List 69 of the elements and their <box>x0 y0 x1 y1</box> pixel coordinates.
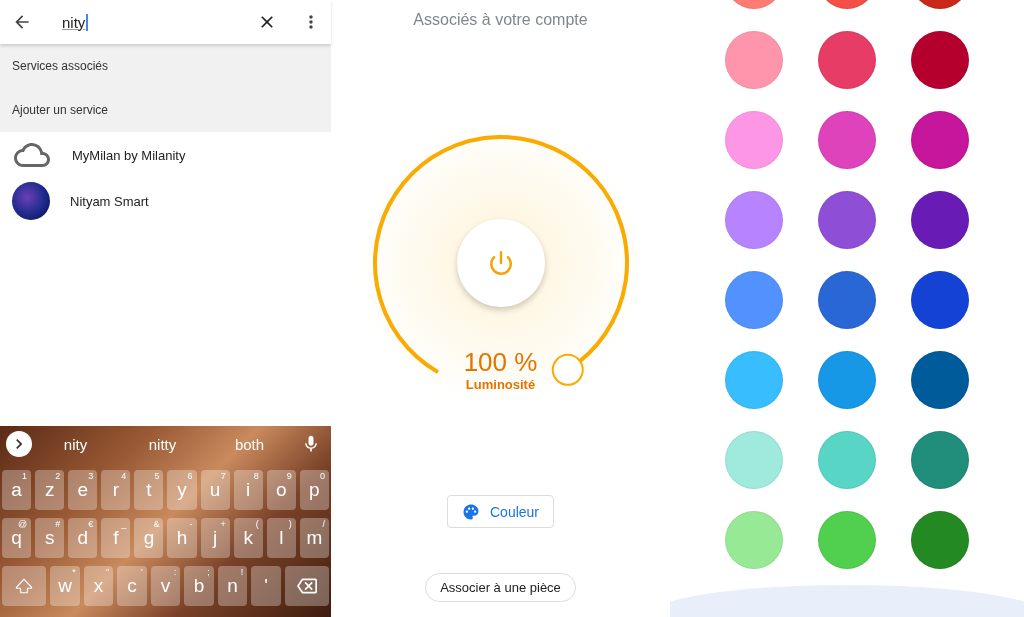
color-swatch[interactable] <box>911 351 969 409</box>
chevron-icon[interactable] <box>6 431 32 457</box>
color-button[interactable]: Couleur <box>447 495 554 528</box>
page-title: Associés à votre compte <box>413 11 588 29</box>
keyboard-key[interactable]: l ) <box>266 518 296 558</box>
service-name[interactable]: MyMilan by Milanity <box>72 147 186 163</box>
keyboard-key[interactable]: h - <box>167 518 197 558</box>
color-swatch[interactable] <box>911 431 969 489</box>
keyboard-key[interactable]: m / <box>299 518 329 558</box>
suggestion[interactable]: nitty <box>119 435 206 453</box>
keyboard-key[interactable]: t 5 <box>134 470 164 510</box>
backspace-icon <box>296 576 317 596</box>
keyboard-key[interactable]: e 3 <box>68 470 98 510</box>
palette-icon <box>462 502 480 521</box>
color-swatch[interactable] <box>818 431 876 489</box>
color-swatch[interactable] <box>818 511 876 569</box>
color-swatch[interactable] <box>725 111 783 169</box>
power-icon <box>487 250 514 276</box>
keyboard-key[interactable]: j + <box>200 518 230 558</box>
suggestion[interactable]: nity <box>32 435 119 453</box>
color-swatch[interactable] <box>725 191 783 249</box>
suggestion[interactable]: both <box>206 435 293 453</box>
keyboard-key[interactable]: x " <box>83 566 114 606</box>
color-swatch[interactable] <box>818 191 876 249</box>
keyboard-key[interactable]: v : <box>150 566 181 606</box>
color-swatch[interactable] <box>911 191 969 249</box>
color-swatch[interactable] <box>911 31 969 89</box>
color-swatch[interactable] <box>911 511 969 569</box>
keyboard-key[interactable]: i 8 <box>233 470 263 510</box>
keyboard-key[interactable]: d € <box>68 518 98 558</box>
brightness-value: 100 % <box>463 347 538 377</box>
keyboard-key[interactable]: a 1 <box>2 470 32 510</box>
color-swatch[interactable] <box>818 111 876 169</box>
shift-icon <box>15 577 34 595</box>
brightness-label: Luminosité <box>465 377 536 392</box>
service-name[interactable]: Nityam Smart <box>70 193 149 209</box>
keyboard-key[interactable]: s # <box>35 518 65 558</box>
service-logo <box>12 182 50 220</box>
shift-key[interactable] <box>2 566 47 606</box>
keyboard-key[interactable]: z 2 <box>35 470 65 510</box>
keyboard-key[interactable]: q @ <box>2 518 32 558</box>
section-heading: Services associés <box>12 59 109 73</box>
color-swatch[interactable] <box>818 31 876 89</box>
keyboard-key[interactable]: f _ <box>101 518 131 558</box>
section-heading: Ajouter un service <box>12 103 109 117</box>
keyboard-key[interactable]: w * <box>50 566 80 606</box>
keyboard-key[interactable]: p 0 <box>299 470 329 510</box>
keyboard-key[interactable]: u 7 <box>200 470 230 510</box>
keyboard-key[interactable]: c ' <box>117 566 147 606</box>
color-swatch[interactable] <box>725 351 783 409</box>
keyboard-key[interactable]: r 4 <box>101 470 131 510</box>
color-swatch[interactable] <box>818 271 876 329</box>
keyboard-key[interactable]: y 6 <box>167 470 197 510</box>
color-swatch[interactable] <box>725 511 783 569</box>
keyboard-key[interactable]: g & <box>134 518 164 558</box>
keyboard-key[interactable]: n ! <box>217 566 248 606</box>
color-swatch[interactable] <box>818 351 876 409</box>
keyboard-key[interactable]: o 9 <box>266 470 296 510</box>
slider-handle[interactable] <box>551 353 584 386</box>
color-swatch[interactable] <box>725 31 783 89</box>
color-swatch[interactable] <box>911 271 969 329</box>
keyboard-key[interactable]: ' <box>251 566 281 606</box>
room-button[interactable]: Associer à une pièce <box>425 573 576 602</box>
color-swatch[interactable] <box>911 111 969 169</box>
keyboard-key[interactable]: k ( <box>233 518 263 558</box>
keyboard-key[interactable]: b ; <box>184 566 214 606</box>
backspace-key[interactable] <box>284 566 329 606</box>
search-field[interactable]: nity <box>62 13 89 31</box>
color-swatch[interactable] <box>725 271 783 329</box>
